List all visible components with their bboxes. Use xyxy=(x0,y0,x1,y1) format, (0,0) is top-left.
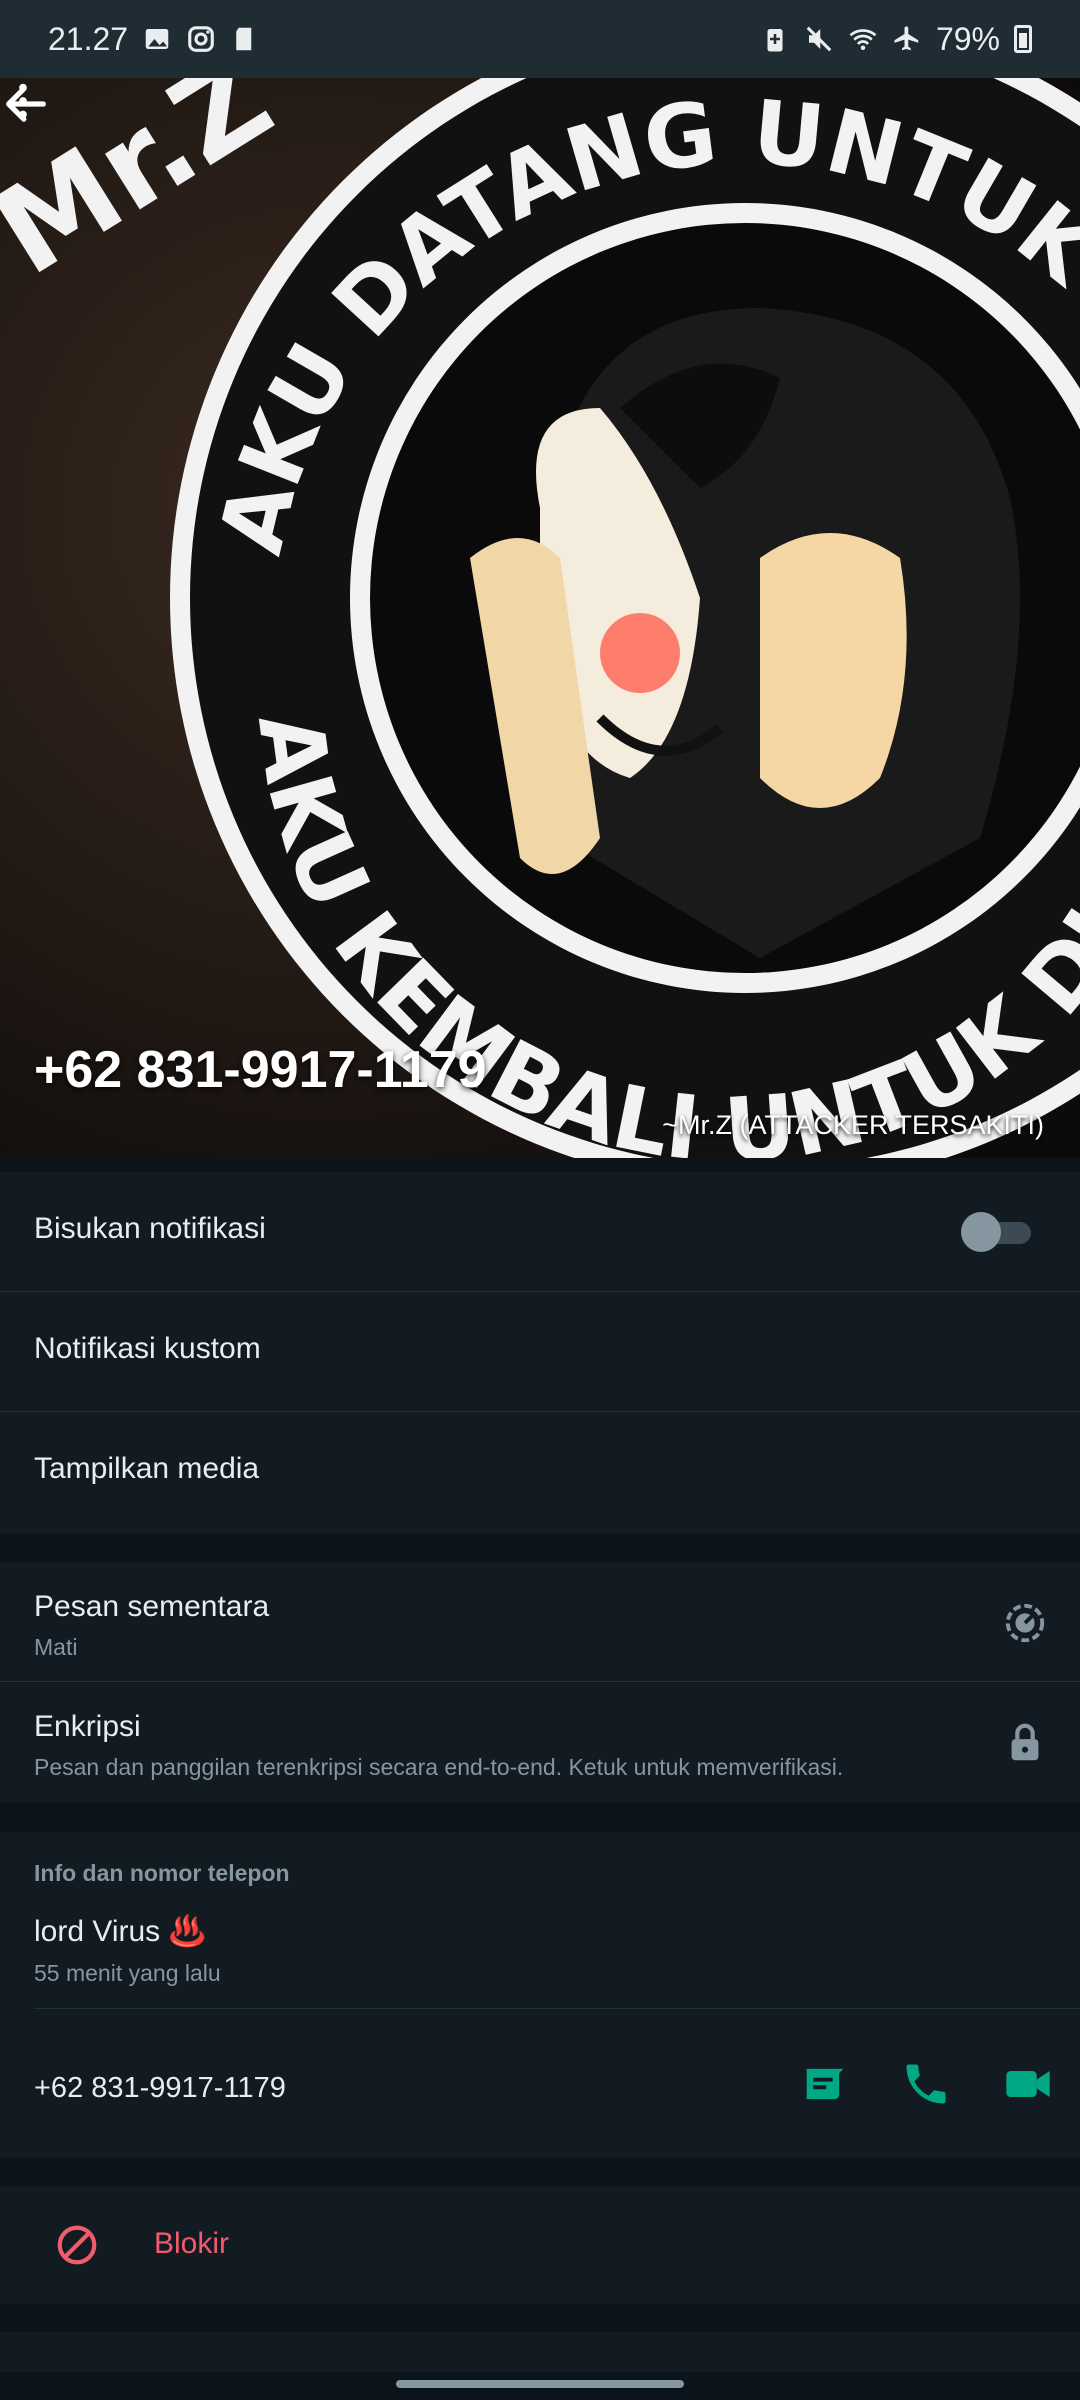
airplane-icon xyxy=(894,26,919,51)
info-divider xyxy=(34,2008,1080,2009)
status-bar: 21.27 79% xyxy=(0,0,1080,78)
more-vert-icon[interactable] xyxy=(0,78,46,124)
message-icon[interactable] xyxy=(798,2058,850,2110)
disappearing-messages-status: Mati xyxy=(34,1634,78,1660)
video-icon[interactable] xyxy=(1002,2058,1054,2110)
wifi-icon xyxy=(849,29,877,50)
battery-icon xyxy=(1014,25,1032,53)
bottom-section-edge xyxy=(0,2332,1080,2372)
mute-toggle[interactable] xyxy=(961,1212,1031,1252)
info-section: Info dan nomor telepon lord Virus ♨️ 55 … xyxy=(0,1832,1080,2158)
mute-notifications-label: Bisukan notifikasi xyxy=(34,1212,266,1245)
lock-icon xyxy=(1011,1723,1039,1761)
battery-saver-icon xyxy=(767,29,783,52)
contact-phone-title: +62 831-9917-1179 xyxy=(34,1041,487,1099)
block-label: Blokir xyxy=(154,2227,230,2260)
photo-credit: ~Mr.Z (ATTACKER TERSAKITI) xyxy=(662,1110,1044,1140)
block-icon xyxy=(57,2225,97,2265)
disappearing-messages-row[interactable]: Pesan sementara Mati xyxy=(0,1562,1080,1682)
custom-notifications-row[interactable]: Notifikasi kustom xyxy=(0,1292,1080,1412)
custom-notifications-label: Notifikasi kustom xyxy=(34,1332,261,1365)
mute-notifications-row[interactable]: Bisukan notifikasi xyxy=(0,1172,1080,1292)
home-indicator[interactable] xyxy=(396,2380,684,2388)
block-row[interactable]: Blokir xyxy=(0,2186,1080,2304)
phone-icon[interactable] xyxy=(900,2058,952,2110)
gallery-icon xyxy=(145,29,169,49)
info-heading: Info dan nomor telepon xyxy=(34,1860,290,1886)
timer-icon xyxy=(1005,1603,1045,1643)
status-time: 21.27 xyxy=(48,20,129,57)
disappearing-messages-title: Pesan sementara xyxy=(34,1590,270,1623)
about-text: lord Virus ♨️ xyxy=(34,1915,206,1948)
about-timestamp: 55 menit yang lalu xyxy=(34,1960,221,1986)
settings-section-privacy: Pesan sementara Mati Enkripsi Pesan dan … xyxy=(0,1562,1080,1802)
show-media-label: Tampilkan media xyxy=(34,1452,260,1485)
encryption-description: Pesan dan panggilan terenkripsi secara e… xyxy=(34,1754,844,1780)
phone-number[interactable]: +62 831-9917-1179 xyxy=(34,2072,286,2105)
encryption-row[interactable]: Enkripsi Pesan dan panggilan terenkripsi… xyxy=(0,1682,1080,1802)
encryption-title: Enkripsi xyxy=(34,1710,141,1743)
profile-photo-art: AKU DATANG UNTUK DISINI AKU KEMBALI UNTU… xyxy=(0,78,1080,1158)
profile-photo[interactable]: AKU DATANG UNTUK DISINI AKU KEMBALI UNTU… xyxy=(0,78,1080,1158)
sd-card-icon xyxy=(236,27,252,51)
show-media-row[interactable]: Tampilkan media xyxy=(0,1412,1080,1532)
block-section: Blokir xyxy=(0,2186,1080,2304)
instagram-icon xyxy=(188,26,214,52)
mute-icon xyxy=(806,26,832,52)
battery-percent: 79% xyxy=(935,20,1000,57)
settings-section-notifications: Bisukan notifikasi Notifikasi kustom Tam… xyxy=(0,1172,1080,1534)
